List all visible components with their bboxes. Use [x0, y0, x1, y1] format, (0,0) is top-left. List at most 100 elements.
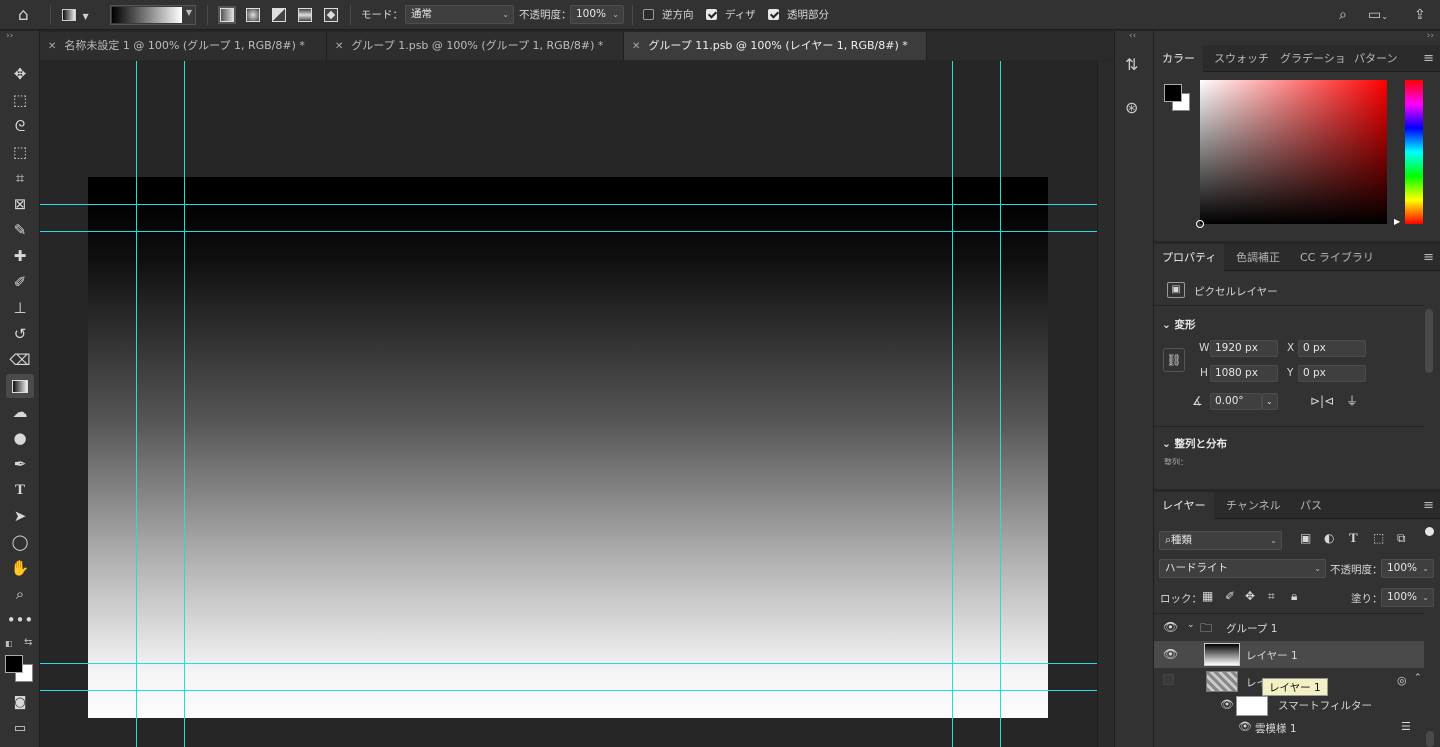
filter-adjustment-icon[interactable]: ◐ [1324, 531, 1334, 545]
tab-document-3[interactable]: ✕ グループ 11.psb @ 100% (レイヤー 1, RGB/8#) * [624, 32, 927, 60]
tab-paths[interactable]: パス [1292, 492, 1330, 519]
lasso-icon[interactable]: ᘓ [6, 114, 34, 138]
fill-input[interactable]: 100% ⌄ [1381, 588, 1434, 607]
properties-scrollbar[interactable] [1425, 309, 1433, 373]
eye-icon[interactable]: 👁︎ [1163, 620, 1178, 634]
dodge-icon[interactable]: ● [6, 426, 34, 450]
zoom-icon[interactable]: ⌕ [6, 582, 34, 606]
type-icon[interactable]: T [6, 478, 34, 502]
tab-patterns[interactable]: パターン [1346, 45, 1405, 72]
guide-horizontal[interactable] [40, 204, 1097, 205]
hue-slider[interactable] [1405, 80, 1423, 224]
layer-opacity-input[interactable]: 100% ⌄ [1381, 559, 1434, 578]
link-icon[interactable]: ⛓ [1163, 348, 1185, 372]
gradient-picker[interactable]: ▼ [110, 5, 196, 25]
x-field[interactable]: 0 px [1298, 340, 1366, 357]
angle-gradient-icon[interactable] [272, 0, 286, 30]
history-brush-icon[interactable]: ↺ [6, 322, 34, 346]
diamond-gradient-icon[interactable] [324, 0, 338, 30]
radial-gradient-icon[interactable] [246, 0, 260, 30]
mode-select[interactable]: 通常 ⌄ [405, 5, 514, 24]
angle-field[interactable]: 0.00° [1210, 393, 1262, 410]
tab-cc-libraries[interactable]: CC ライブラリ [1292, 244, 1382, 271]
blend-mode-select[interactable]: ハードライト ⌄ [1159, 559, 1326, 578]
stamp-icon[interactable]: ⊥ [6, 296, 34, 320]
share-icon[interactable]: ⇪ [1414, 0, 1426, 30]
default-colors-icon[interactable]: ◧ [5, 639, 13, 648]
search-icon[interactable]: ⌕ [1339, 0, 1347, 30]
reverse-checkbox[interactable] [643, 9, 654, 20]
guide-horizontal[interactable] [40, 690, 1097, 691]
gradient-tool-preset-icon[interactable]: ▼ [62, 0, 89, 32]
ellipse-icon[interactable]: ◯ [6, 530, 34, 554]
hand-icon[interactable]: ✋ [6, 556, 34, 580]
lock-artboard-icon[interactable]: ⌗ [1268, 589, 1275, 604]
eye-icon[interactable]: 👁︎ [1220, 698, 1234, 711]
path-select-icon[interactable]: ➤ [6, 504, 34, 528]
collapse-icon[interactable]: ›› [6, 31, 13, 41]
tab-swatches[interactable]: スウォッチ [1206, 45, 1277, 72]
layer-row-group[interactable]: 👁︎ ⌄ 🗀 グループ 1 [1154, 614, 1424, 641]
frame-icon[interactable]: ⊠ [6, 192, 34, 216]
height-field[interactable]: 1080 px [1210, 365, 1278, 382]
transparency-checkbox[interactable] [768, 9, 779, 20]
tab-document-2[interactable]: ✕ グループ 1.psb @ 100% (グループ 1, RGB/8#) * [327, 32, 624, 60]
guide-horizontal[interactable] [40, 231, 1097, 232]
close-icon[interactable]: ✕ [632, 41, 640, 52]
eyedropper-icon[interactable]: ✎ [6, 218, 34, 242]
lock-transparent-icon[interactable]: ▦ [1202, 589, 1213, 603]
history-panel-icon[interactable]: ⇅ [1125, 55, 1138, 74]
filter-pixel-icon[interactable]: ▣ [1300, 531, 1311, 545]
foreground-color-swatch[interactable] [5, 655, 23, 673]
screen-mode-icon[interactable]: ▭ [6, 717, 34, 741]
move-icon[interactable]: ✥ [6, 62, 34, 86]
flip-horizontal-icon[interactable]: ⊳|⊲ [1310, 394, 1334, 408]
object-select-icon[interactable]: ⬚ [6, 140, 34, 164]
tab-document-1[interactable]: ✕ 名称未設定 1 @ 100% (グループ 1, RGB/8#) * [40, 32, 327, 60]
filter-shape-icon[interactable]: ⬚ [1373, 531, 1384, 545]
color-field[interactable] [1196, 80, 1387, 228]
eye-icon[interactable]: 👁︎ [1238, 720, 1252, 733]
tab-adjustments[interactable]: 色調補正 [1228, 244, 1288, 271]
guide-vertical[interactable] [952, 61, 953, 747]
filter-toggle-icon[interactable] [1425, 527, 1434, 536]
flip-vertical-icon[interactable]: ⏚ [1346, 392, 1358, 409]
dither-checkbox[interactable] [706, 9, 717, 20]
filter-smart-object-icon[interactable]: ⧉ [1397, 531, 1406, 546]
eraser-icon[interactable]: ⌫ [6, 348, 34, 372]
guide-vertical[interactable] [184, 61, 185, 747]
reflected-gradient-icon[interactable] [298, 0, 312, 30]
width-field[interactable]: 1920 px [1210, 340, 1278, 357]
tab-layers[interactable]: レイヤー [1154, 492, 1214, 519]
healing-icon[interactable]: ✚ [6, 244, 34, 268]
gradient-icon[interactable] [6, 374, 34, 398]
foreground-color-swatch[interactable] [1164, 84, 1182, 102]
hue-slider-handle[interactable]: ▶ [1394, 217, 1400, 226]
angle-dropdown[interactable]: ⌄ [1262, 393, 1278, 410]
lock-pixels-icon[interactable]: ✐ [1225, 589, 1235, 603]
tab-color[interactable]: カラー [1154, 45, 1203, 72]
panel-menu-icon[interactable]: ≡ [1423, 45, 1434, 72]
tab-channels[interactable]: チャンネル [1218, 492, 1289, 519]
eye-icon[interactable]: 👁︎ [1163, 647, 1178, 661]
lock-all-icon[interactable]: 🔒︎ [1291, 589, 1297, 604]
canvas-area[interactable] [40, 61, 1097, 747]
panel-menu-icon[interactable]: ≡ [1423, 492, 1434, 519]
close-icon[interactable]: ✕ [48, 41, 56, 52]
linear-gradient-icon[interactable] [220, 0, 234, 30]
collapse-icon[interactable]: ‹‹ [1129, 31, 1136, 41]
layer-row-smart-filter[interactable]: 👁︎ スマートフィルター [1154, 693, 1424, 717]
chevron-up-icon[interactable]: ⌃ [1414, 673, 1422, 683]
more-icon[interactable]: ••• [6, 608, 34, 632]
filter-type-icon[interactable]: T [1349, 530, 1358, 546]
filter-blending-icon[interactable]: ☰ [1401, 720, 1411, 733]
marquee-icon[interactable]: ⬚ [6, 88, 34, 112]
layer-filter-select[interactable]: ⌕種類 ⌄ [1159, 531, 1282, 550]
chevron-down-icon[interactable]: ⌄ [1187, 620, 1195, 630]
pen-icon[interactable]: ✒ [6, 452, 34, 476]
y-field[interactable]: 0 px [1298, 365, 1366, 382]
document-canvas[interactable] [88, 177, 1048, 718]
guide-vertical[interactable] [136, 61, 137, 747]
lock-position-icon[interactable]: ✥ [1245, 589, 1255, 603]
close-icon[interactable]: ✕ [335, 41, 343, 52]
